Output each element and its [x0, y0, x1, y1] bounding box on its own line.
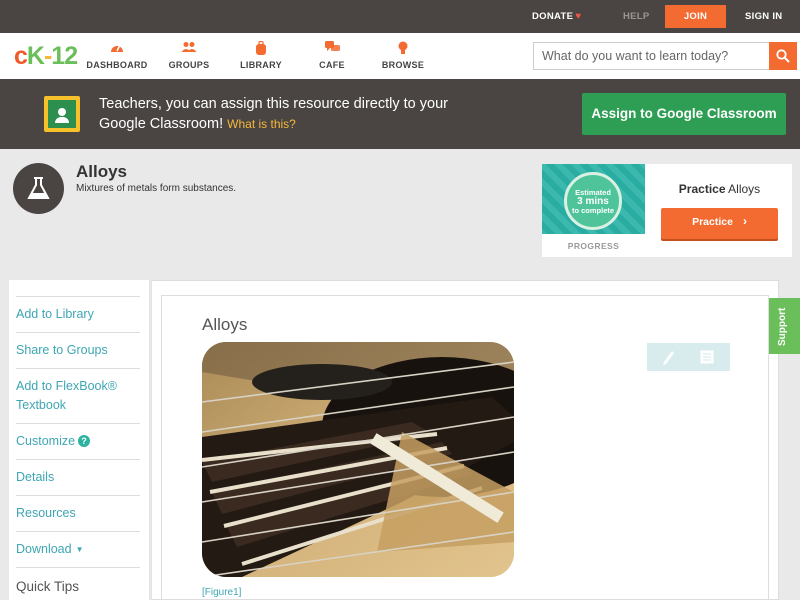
- nav-dashboard[interactable]: DASHBOARD: [86, 41, 148, 70]
- nav-groups[interactable]: GROUPS: [165, 41, 213, 70]
- nav-library[interactable]: LIBRARY: [238, 40, 284, 70]
- backpack-icon: [238, 40, 284, 55]
- nav-library-label: LIBRARY: [240, 60, 282, 70]
- concept-subtitle: Mixtures of metals form substances.: [76, 183, 237, 194]
- donate-label: DONATE: [532, 11, 574, 22]
- practice-thumbnail: Estimated 3 mins to complete: [542, 164, 645, 234]
- guitar-photo: [202, 342, 514, 577]
- chevron-right-icon: ›: [742, 214, 747, 228]
- sidebar-item-download[interactable]: Download ▼: [16, 531, 140, 567]
- join-button[interactable]: JOIN: [665, 5, 726, 28]
- sidebar: Add to Library Share to Groups Add to Fl…: [9, 280, 149, 600]
- notes-icon[interactable]: [700, 350, 714, 364]
- download-label: Download: [16, 542, 72, 556]
- gauge-icon: [86, 41, 148, 55]
- logo-c: c: [14, 42, 28, 70]
- nav-cafe[interactable]: CAFE: [314, 41, 350, 70]
- banner-message: Teachers, you can assign this resource d…: [99, 94, 459, 134]
- flask-icon: [13, 163, 64, 214]
- sidebar-item-resources[interactable]: Resources: [16, 495, 140, 531]
- logo-k: K: [26, 42, 45, 70]
- practice-button-label: Practice: [692, 216, 733, 228]
- support-tab[interactable]: Support: [769, 298, 800, 354]
- google-classroom-icon: [44, 96, 80, 132]
- quick-tips-heading: Quick Tips: [16, 567, 140, 600]
- sidebar-item-customize[interactable]: Customize?: [16, 423, 140, 459]
- time-estimate-badge: Estimated 3 mins to complete: [564, 172, 622, 230]
- sidebar-item-add-to-library[interactable]: Add to Library: [16, 296, 140, 332]
- nav-cafe-label: CAFE: [319, 60, 345, 70]
- heart-icon: ♥: [575, 11, 582, 22]
- estimate-line-3: to complete: [571, 206, 615, 215]
- practice-heading: Practice Alloys: [647, 182, 792, 196]
- pencil-icon[interactable]: [661, 349, 675, 365]
- figure-caption-link[interactable]: [Figure1]: [202, 587, 241, 598]
- sidebar-divider: [149, 280, 152, 600]
- logo-num: 12: [51, 42, 78, 70]
- help-link[interactable]: HELP: [623, 11, 650, 22]
- search-input[interactable]: [533, 42, 769, 70]
- practice-button[interactable]: Practice ›: [661, 208, 778, 239]
- practice-heading-rest: Alloys: [728, 182, 761, 196]
- progress-label: PROGRESS: [567, 241, 620, 251]
- practice-card: Estimated 3 mins to complete PROGRESS Pr…: [542, 164, 792, 257]
- concept-title: Alloys: [76, 162, 128, 181]
- nav-browse[interactable]: BROWSE: [380, 41, 426, 70]
- main-nav: cK-12 DASHBOARD GROUPS LIBRARY CAFE BROW…: [0, 33, 800, 79]
- caret-down-icon: ▼: [75, 545, 84, 554]
- sidebar-item-add-to-flexbook[interactable]: Add to FlexBook® Textbook: [16, 368, 140, 423]
- practice-heading-bold: Practice: [678, 182, 726, 196]
- donate-link[interactable]: DONATE ♥: [532, 11, 581, 22]
- search-button[interactable]: [769, 42, 797, 70]
- assign-to-google-classroom-button[interactable]: Assign to Google Classroom: [582, 93, 786, 135]
- sidebar-item-details[interactable]: Details: [16, 459, 140, 495]
- what-is-this-link[interactable]: What is this?: [227, 117, 296, 131]
- annotation-toolbar: [647, 343, 730, 371]
- sign-in-link[interactable]: SIGN IN: [745, 11, 782, 22]
- chat-bubbles-icon: [314, 41, 350, 55]
- nav-browse-label: BROWSE: [381, 60, 425, 70]
- search-icon: [776, 49, 790, 63]
- lightbulb-icon: [380, 41, 426, 55]
- sidebar-item-share-to-groups[interactable]: Share to Groups: [16, 332, 140, 368]
- top-utility-bar: DONATE ♥ HELP JOIN SIGN IN: [0, 0, 800, 33]
- nav-dashboard-label: DASHBOARD: [86, 60, 148, 70]
- nav-groups-label: GROUPS: [168, 60, 210, 70]
- help-icon[interactable]: ?: [78, 435, 91, 447]
- ck12-logo[interactable]: cK-12: [14, 42, 78, 71]
- customize-label: Customize: [16, 434, 76, 448]
- article-title: Alloys: [202, 315, 248, 334]
- support-label: Support: [777, 307, 788, 346]
- people-icon: [165, 41, 213, 55]
